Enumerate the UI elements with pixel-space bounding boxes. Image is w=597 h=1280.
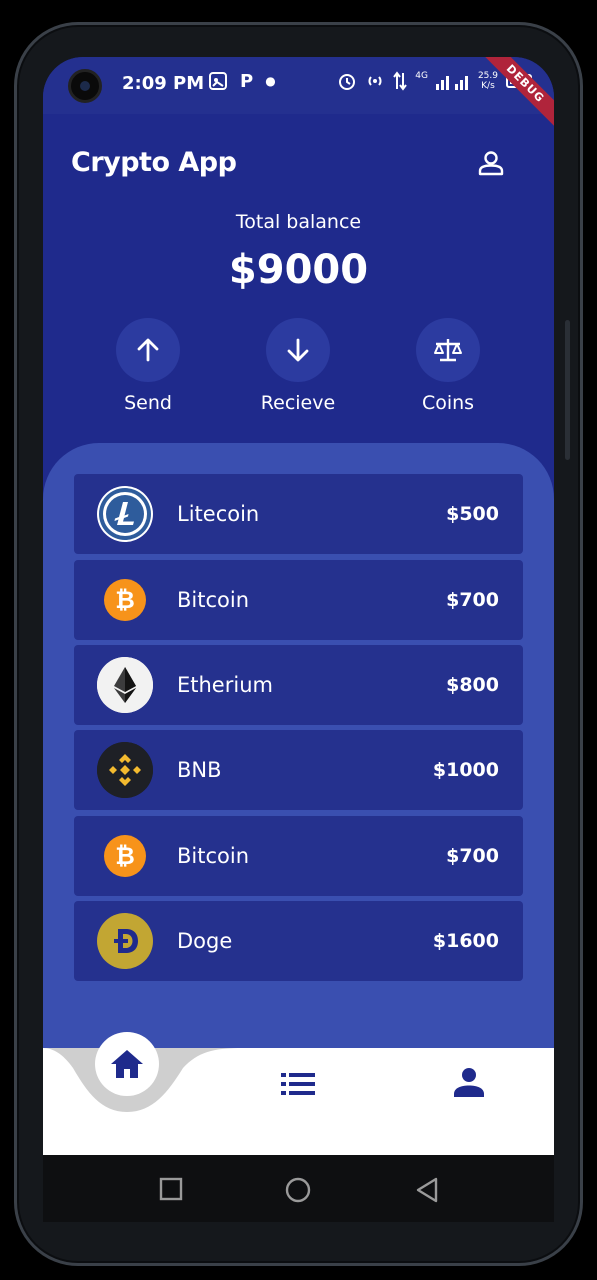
coin-value: $1000 xyxy=(432,759,499,781)
back-icon[interactable] xyxy=(415,1177,439,1203)
bitcoin-logo: ₿ xyxy=(97,828,153,884)
coins-button[interactable]: Coins xyxy=(373,318,523,414)
net-speed-value: 25.9 xyxy=(477,71,498,81)
gallery-icon xyxy=(209,72,227,90)
home-icon xyxy=(111,1050,143,1078)
coin-value: $800 xyxy=(446,674,499,696)
coin-row-litecoin[interactable]: Litecoin $500 xyxy=(74,474,523,554)
svg-text:₿: ₿ xyxy=(115,842,135,870)
doge-logo xyxy=(97,913,153,969)
svg-text:₿: ₿ xyxy=(115,586,135,614)
alarm-icon xyxy=(339,74,356,90)
arrow-down-icon xyxy=(287,338,309,362)
parking-icon: P xyxy=(240,71,254,92)
data-arrows-icon xyxy=(393,71,408,91)
coin-row-bitcoin-2[interactable]: ₿ Bitcoin $700 xyxy=(74,816,523,896)
send-circle[interactable] xyxy=(116,318,180,382)
coins-label: Coins xyxy=(421,392,475,414)
receive-label: Recieve xyxy=(260,392,336,414)
net-speed: 25.9 K/s xyxy=(478,71,498,91)
coin-row-bitcoin[interactable]: ₿ Bitcoin $700 xyxy=(74,560,523,640)
coin-row-doge[interactable]: Doge $1600 xyxy=(74,901,523,981)
net-speed-unit: K/s xyxy=(481,81,495,91)
litecoin-logo xyxy=(97,486,153,542)
system-nav-bar xyxy=(43,1155,554,1222)
hotspot-icon xyxy=(368,76,382,86)
nav-home[interactable] xyxy=(95,1032,159,1096)
send-button[interactable]: Send xyxy=(73,318,223,414)
coin-name: Bitcoin xyxy=(177,844,250,868)
arrow-up-icon xyxy=(137,338,159,362)
bitcoin-logo: ₿ xyxy=(97,572,153,628)
debug-banner: DEBUG xyxy=(479,57,554,130)
ethereum-logo xyxy=(97,657,153,713)
coin-row-etherium[interactable]: Etherium $800 xyxy=(74,645,523,725)
coin-name: Etherium xyxy=(177,673,273,697)
person-outline-icon[interactable] xyxy=(477,149,505,177)
volume-button xyxy=(565,320,570,460)
coin-name: Bitcoin xyxy=(177,588,250,612)
home-circle-icon[interactable] xyxy=(285,1177,311,1203)
bnb-logo xyxy=(97,742,153,798)
network-type: 4G xyxy=(415,71,428,81)
notification-icons: P ● xyxy=(208,71,276,92)
coin-value: $1600 xyxy=(432,930,499,952)
coins-circle[interactable] xyxy=(416,318,480,382)
status-time: 2:09 PM xyxy=(122,73,205,94)
send-label: Send xyxy=(124,392,172,414)
coin-row-bnb[interactable]: BNB $1000 xyxy=(74,730,523,810)
coin-name: BNB xyxy=(177,758,222,782)
signal-icon xyxy=(435,76,468,90)
balance-label: Total balance xyxy=(235,211,362,233)
coin-name: Litecoin xyxy=(177,502,260,526)
status-bar: 2:09 PM P ● 4G 25.9 K/s DEBUG xyxy=(43,57,554,130)
coin-value: $500 xyxy=(446,503,499,525)
coin-value: $700 xyxy=(446,845,499,867)
app-title: Crypto App xyxy=(71,147,237,178)
person-icon[interactable] xyxy=(453,1066,485,1098)
coin-value: $700 xyxy=(446,589,499,611)
balance-value: $9000 xyxy=(228,247,369,293)
dot-icon: ● xyxy=(265,74,276,88)
receive-circle[interactable] xyxy=(266,318,330,382)
recents-icon[interactable] xyxy=(159,1177,183,1201)
front-camera xyxy=(68,69,102,103)
bottom-nav xyxy=(43,1032,554,1155)
coin-name: Doge xyxy=(177,929,233,953)
list-icon[interactable] xyxy=(281,1072,315,1096)
app-screen: 2:09 PM P ● 4G 25.9 K/s DEBUG Crypto App… xyxy=(43,57,554,1155)
scale-icon xyxy=(434,339,462,362)
receive-button[interactable]: Recieve xyxy=(223,318,373,414)
